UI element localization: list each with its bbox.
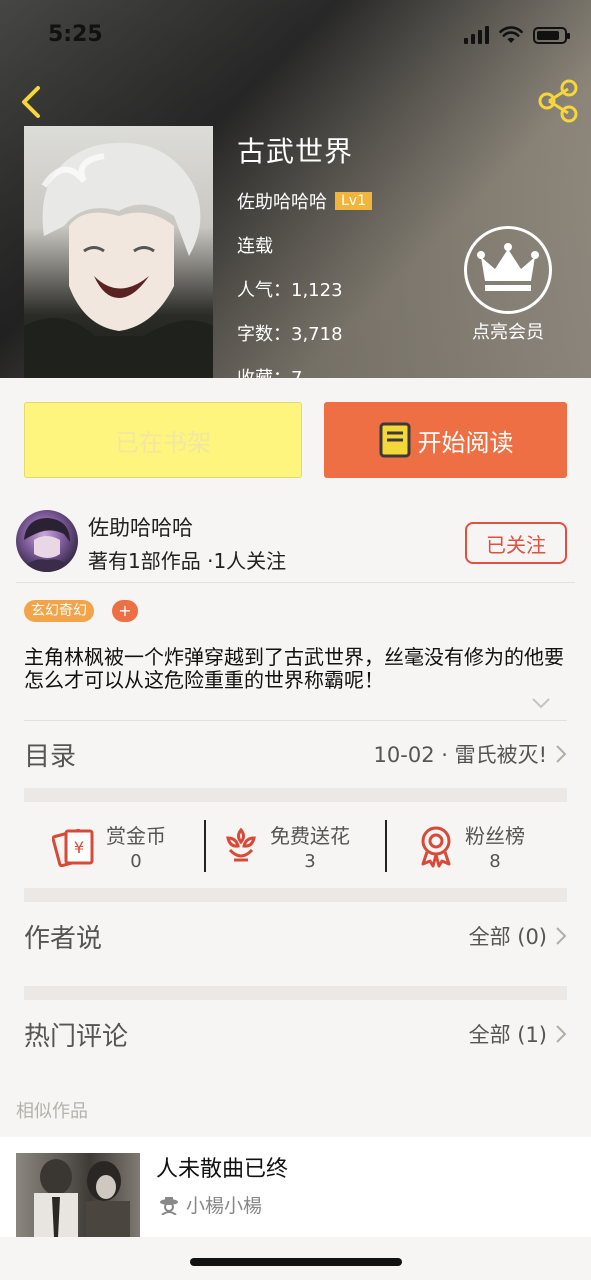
reward-coins-label: 赏金币 <box>106 824 166 848</box>
add-tag-button[interactable]: + <box>112 600 138 622</box>
red-envelope-yuan-icon: ¥ <box>52 828 94 867</box>
genre-tag[interactable]: 玄幻奇幻 <box>24 600 94 622</box>
author-hat-icon <box>160 1196 178 1215</box>
similar-work-author-name: 小楊小楊 <box>186 1195 263 1217</box>
book-author[interactable]: 佐助哈哈哈 <box>237 188 327 214</box>
book-author-row: 佐助哈哈哈 Lv1 <box>237 188 372 214</box>
flower-icon <box>226 827 256 862</box>
follow-button[interactable]: 已关注 <box>465 522 567 564</box>
fan-ranking-stat[interactable]: 粉丝榜 8 <box>417 806 525 886</box>
similar-work-title: 人未散曲已终 <box>156 1157 289 1182</box>
avatar[interactable] <box>16 510 78 572</box>
section-separator <box>24 986 567 1000</box>
divider <box>204 820 206 872</box>
start-reading-label: 开始阅读 <box>417 428 514 457</box>
book-cover-image[interactable] <box>24 126 213 378</box>
free-flower-value: 3 <box>304 851 316 872</box>
hot-comments-label: 热门评论 <box>24 1021 129 1052</box>
level-badge: Lv1 <box>335 192 372 210</box>
author-says-count-label: 全部 (0) <box>468 925 547 949</box>
hot-comments-row[interactable]: 热门评论 全部 (1) <box>24 1012 567 1056</box>
vip-label: 点亮会员 <box>472 322 544 343</box>
divider <box>16 582 575 583</box>
in-bookshelf-label: 已在书架 <box>115 428 211 457</box>
author-stats: 著有1部作品 ·1人关注 <box>88 549 287 573</box>
fan-ranking-value: 8 <box>489 851 501 872</box>
author-name: 佐助哈哈哈 <box>88 516 193 540</box>
vip-button[interactable]: 点亮会员 <box>460 226 556 344</box>
divider <box>24 720 567 721</box>
cellular-signal-icon <box>464 26 489 44</box>
book-word-count: 字数：3,718 <box>237 324 343 345</box>
author-card[interactable]: 佐助哈哈哈 著有1部作品 ·1人关注 已关注 <box>0 500 591 582</box>
book-icon <box>379 422 410 458</box>
wifi-icon <box>499 26 523 43</box>
free-flower-stat[interactable]: 免费送花 3 <box>222 806 350 886</box>
latest-chapter-label: 10-02 · 雷氏被灭! <box>373 743 547 767</box>
book-status: 连载 <box>237 236 273 257</box>
section-separator <box>24 788 567 802</box>
status-icons <box>464 26 570 44</box>
start-reading-button[interactable]: 开始阅读 <box>324 402 567 478</box>
cover-illustration <box>24 142 213 378</box>
fan-ranking-label: 粉丝榜 <box>465 824 525 848</box>
similar-work-author: 小楊小楊 <box>158 1191 262 1218</box>
catalog-row[interactable]: 目录 10-02 · 雷氏被灭! <box>24 732 567 776</box>
catalog-label: 目录 <box>24 741 77 772</box>
similar-works-header: 相似作品 <box>16 1101 88 1122</box>
free-flower-label: 免费送花 <box>270 824 350 848</box>
in-bookshelf-button[interactable]: 已在书架 <box>24 402 302 478</box>
similar-work-item[interactable]: 人未散曲已终 小楊小楊 <box>0 1137 591 1237</box>
status-time: 5:25 <box>48 22 103 47</box>
share-icon[interactable] <box>535 78 581 124</box>
author-says-label: 作者说 <box>24 923 103 954</box>
author-says-count: 全部 (0) <box>469 921 567 951</box>
reward-coins-stat[interactable]: ¥ 赏金币 0 <box>52 806 166 886</box>
divider <box>385 820 387 872</box>
stats-panel: ¥ 赏金币 0 免费送花 3 粉丝榜 8 <box>24 806 567 886</box>
book-favorites: 收藏：7 <box>237 364 372 378</box>
chevron-right-icon <box>556 745 567 763</box>
book-popularity: 人气：1,123 <box>237 280 343 301</box>
book-header: 5:25 古武世界 佐助哈哈哈 Lv1 连载 人气：1,123 字数：3,718… <box>0 0 591 378</box>
similar-work-cover[interactable] <box>16 1153 140 1237</box>
latest-chapter: 10-02 · 雷氏被灭! <box>374 739 567 769</box>
author-says-row[interactable]: 作者说 全部 (0) <box>24 914 567 958</box>
crown-icon <box>464 226 552 314</box>
section-separator <box>24 888 567 902</box>
chevron-right-icon <box>556 927 567 945</box>
book-description: 主角林枫被一个炸弹穿越到了古武世界，丝毫没有修为的他要怎么才可以从这危险重重的世… <box>24 645 564 692</box>
chevron-down-icon[interactable] <box>531 696 551 710</box>
hot-comments-count: 全部 (1) <box>469 1019 567 1049</box>
status-bar: 5:25 <box>0 0 591 70</box>
svg-text:¥: ¥ <box>74 838 84 857</box>
back-arrow-icon[interactable] <box>14 82 54 122</box>
book-info: 古武世界 佐助哈哈哈 Lv1 连载 人气：1,123 字数：3,718 收藏：7 <box>237 130 372 378</box>
reward-coins-value: 0 <box>130 851 142 872</box>
home-indicator[interactable] <box>190 1258 402 1266</box>
chevron-right-icon <box>556 1025 567 1043</box>
hot-comments-count-label: 全部 (1) <box>468 1023 547 1047</box>
battery-icon <box>533 26 570 44</box>
book-title: 古武世界 <box>237 135 354 168</box>
medal-icon <box>421 826 451 868</box>
follow-label: 已关注 <box>486 532 546 557</box>
